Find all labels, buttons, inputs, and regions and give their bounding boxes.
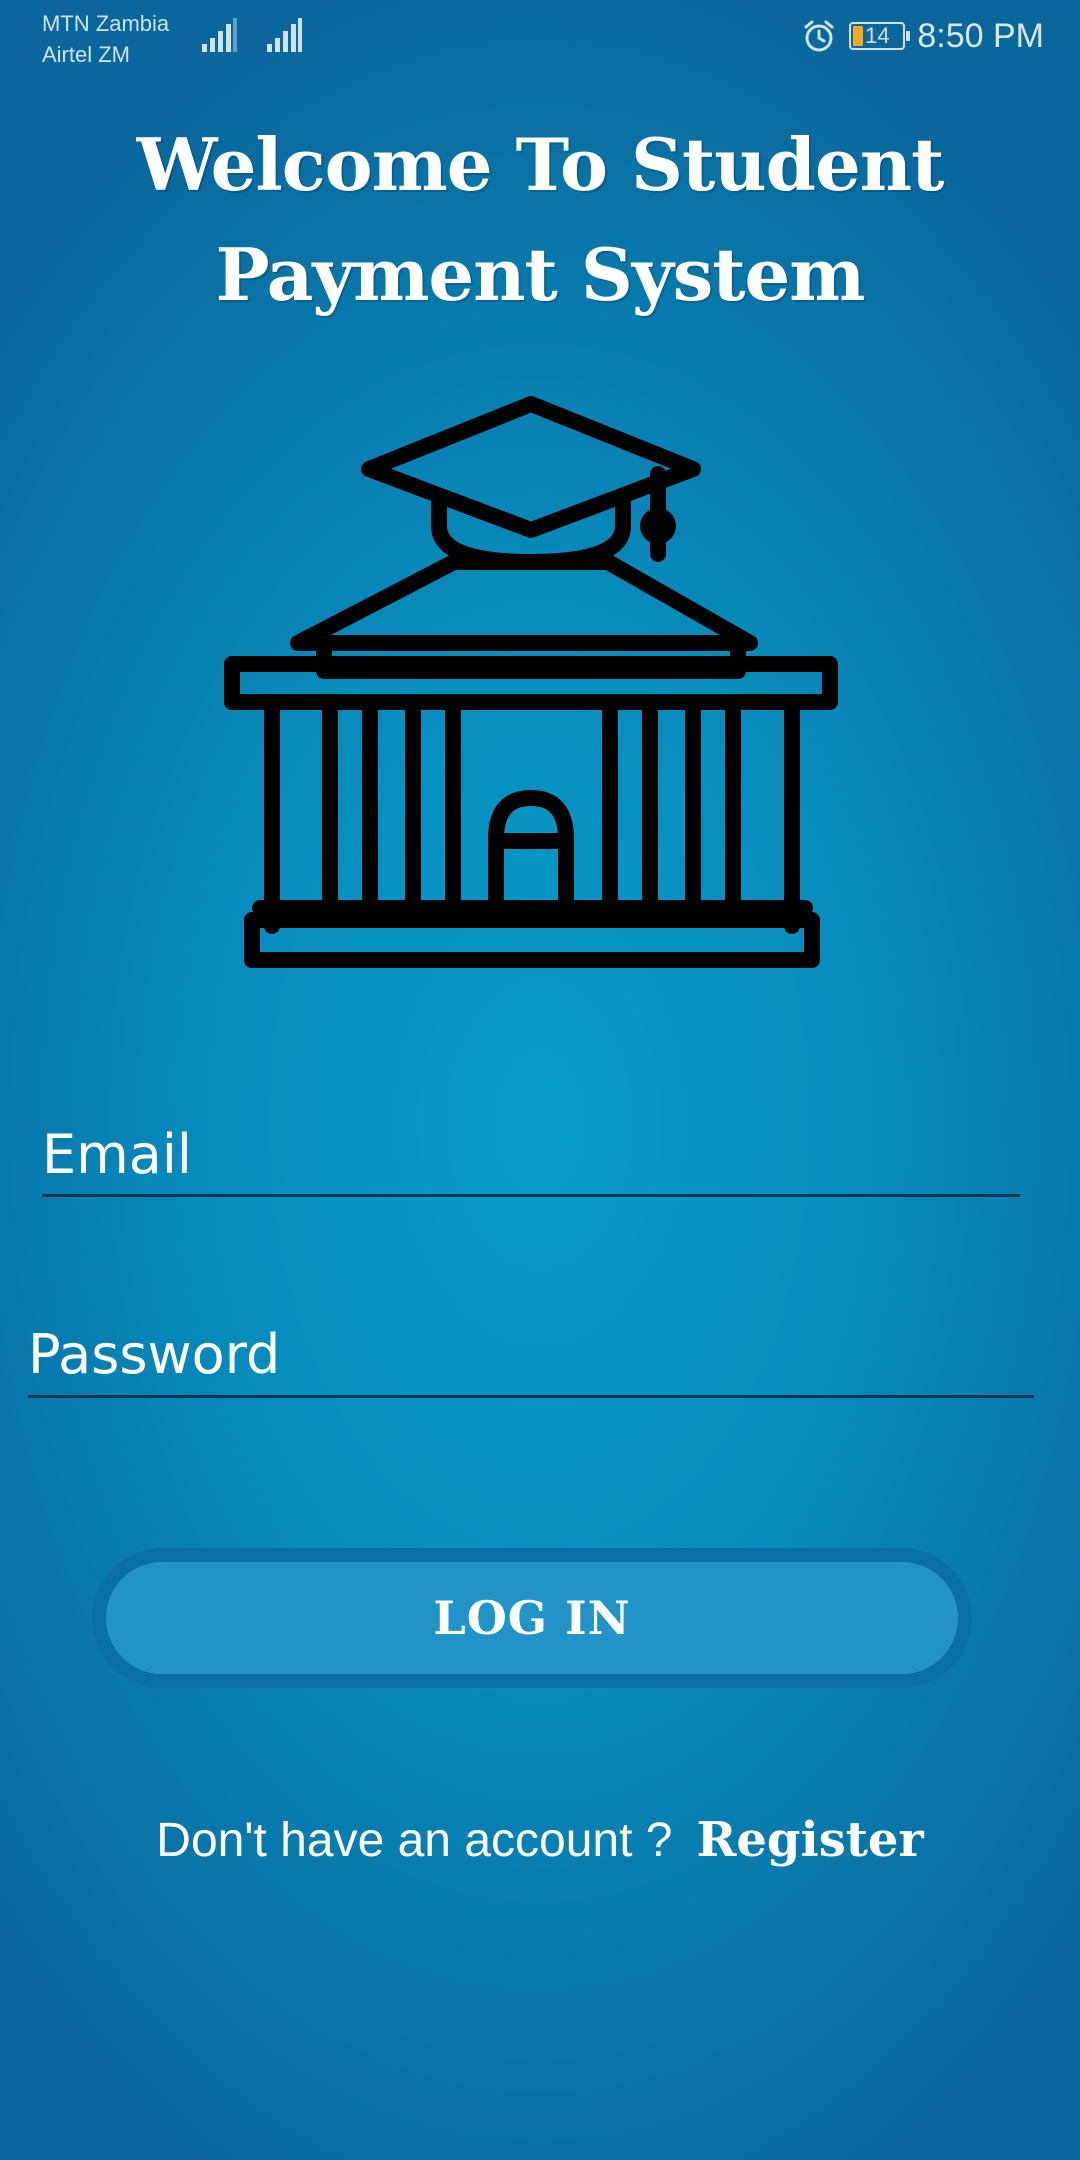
password-underline bbox=[28, 1395, 1034, 1398]
alarm-icon bbox=[804, 20, 834, 52]
register-prompt: Don't have an account ? bbox=[156, 1813, 673, 1867]
signal-icon bbox=[267, 18, 302, 52]
login-button-label: LOG IN bbox=[433, 1591, 631, 1645]
carrier-1-label: MTN Zambia bbox=[42, 11, 170, 36]
page-title: Welcome To Student Payment System bbox=[136, 122, 945, 317]
university-graduation-cap-icon bbox=[224, 396, 838, 968]
status-right-cluster: 14 8:50 PM bbox=[801, 14, 1044, 58]
battery-fill bbox=[853, 26, 864, 46]
register-link[interactable]: Register bbox=[696, 1812, 923, 1868]
carrier-names: MTN Zambia Airtel ZM bbox=[42, 8, 169, 70]
password-field[interactable] bbox=[28, 1312, 1034, 1396]
status-time: 8:50 PM bbox=[917, 17, 1044, 55]
battery-level: 14 bbox=[865, 23, 890, 48]
signal-icon bbox=[202, 18, 237, 52]
email-underline bbox=[42, 1194, 1020, 1197]
login-button[interactable]: LOG IN bbox=[92, 1548, 972, 1688]
email-field[interactable] bbox=[42, 1112, 1020, 1196]
status-bar: MTN Zambia Airtel ZM 14 8:50 PM bbox=[0, 0, 1080, 72]
carrier-2-label: Airtel ZM bbox=[42, 42, 130, 67]
battery-icon: 14 bbox=[849, 22, 911, 50]
register-row: Don't have an account ? Register bbox=[0, 1800, 1080, 1880]
